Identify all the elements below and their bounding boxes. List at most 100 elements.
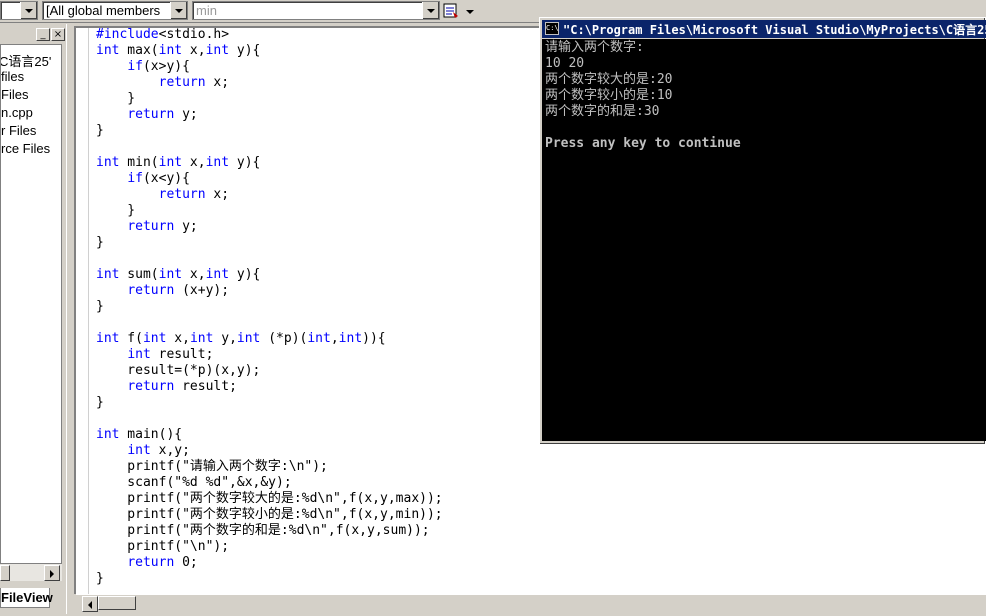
function-combo[interactable]: min [192, 1, 440, 20]
tree-item-header-files[interactable]: r Files [1, 123, 36, 138]
code-text: y, [213, 331, 237, 346]
code-text: y){ [229, 155, 261, 170]
code-line: return 0; [96, 555, 198, 571]
minimize-icon[interactable]: _ [36, 28, 50, 41]
scroll-thumb[interactable] [98, 596, 136, 610]
code-line: int main(){ [96, 427, 182, 443]
code-keyword: int [158, 155, 183, 170]
code-line: int result; [96, 347, 213, 363]
code-text: } [96, 91, 136, 106]
tree-item-main-cpp[interactable]: n.cpp [1, 105, 33, 120]
code-line: if(x<y){ [96, 171, 190, 187]
code-keyword: if [127, 59, 143, 74]
close-icon[interactable]: × [51, 28, 65, 41]
code-keyword: int [338, 331, 363, 346]
console-line: 请输入两个数字: [545, 40, 644, 55]
members-combo[interactable]: [All global members [42, 1, 188, 20]
code-text: x, [182, 43, 206, 58]
workspace-titlebar: _ × [0, 26, 66, 42]
function-combo-value: min [196, 3, 217, 18]
code-text: (*p)( [260, 331, 308, 346]
panel-splitter[interactable] [66, 24, 74, 614]
code-line: int max(int x,int y){ [96, 43, 260, 59]
code-line: int sum(int x,int y){ [96, 267, 260, 283]
code-line: } [96, 395, 104, 411]
console-output[interactable]: 请输入两个数字: 10 20 两个数字较大的是:20 两个数字较小的是:10 两个数字的… [542, 39, 986, 441]
code-keyword: return [158, 75, 206, 90]
code-text: printf("请输入两个数字:\n"); [96, 459, 328, 474]
code-text: } [96, 235, 104, 250]
code-keyword: int [205, 267, 230, 282]
console-line: 两个数字较大的是:20 [545, 72, 673, 87]
code-text: result; [150, 347, 214, 362]
tree-item-files[interactable]: Files [1, 87, 28, 102]
code-text: <stdio.h> [158, 27, 230, 42]
wizard-dropdown-arrow[interactable] [464, 2, 476, 20]
wizard-action-button[interactable] [442, 2, 460, 20]
console-line: 两个数字较小的是:10 [545, 88, 673, 103]
scroll-left-icon[interactable] [0, 565, 10, 581]
code-line: scanf("%d %d",&x,&y); [96, 475, 292, 491]
code-text: max( [119, 43, 159, 58]
code-text: y){ [229, 43, 261, 58]
console-line: 10 20 [545, 56, 585, 71]
console-line: Press any key to continue [545, 136, 741, 151]
console-titlebar[interactable]: C:\ "C:\Program Files\Microsoft Visual S… [542, 20, 986, 38]
editor-scrollbar[interactable] [76, 594, 986, 613]
code-keyword: int [96, 427, 120, 442]
scroll-right-icon[interactable] [44, 565, 60, 581]
tree-item-resource-files[interactable]: rce Files [1, 141, 50, 156]
chevron-down-icon[interactable] [170, 2, 187, 19]
code-keyword: int [127, 443, 151, 458]
code-line: printf("两个数字的和是:%d\n",f(x,y,sum)); [96, 523, 429, 539]
code-keyword: #include [96, 27, 159, 42]
code-text: x,y; [150, 443, 190, 458]
code-line: return y; [96, 219, 198, 235]
code-line: } [96, 203, 135, 219]
code-line: } [96, 123, 104, 139]
scroll-left-icon[interactable] [82, 596, 98, 612]
code-line: } [96, 299, 104, 315]
chevron-down-icon[interactable] [422, 2, 439, 19]
tab-fileview[interactable]: FileView [0, 588, 53, 608]
code-keyword: int [96, 331, 120, 346]
file-tree: C语言25' files Files n.cpp r Files rce Fil… [0, 44, 62, 564]
code-text: (x>y){ [142, 59, 190, 74]
code-keyword: return [127, 379, 175, 394]
code-keyword: int [96, 155, 120, 170]
code-line: printf("请输入两个数字:\n"); [96, 459, 328, 475]
chevron-down-icon[interactable] [20, 2, 37, 19]
code-text: x, [166, 331, 190, 346]
code-line: int min(int x,int y){ [96, 155, 260, 171]
code-keyword: int [96, 267, 120, 282]
code-keyword: int [158, 267, 183, 282]
console-line: 两个数字的和是:30 [545, 104, 660, 119]
code-line: printf("两个数字较大的是:%d\n",f(x,y,max)); [96, 491, 442, 507]
code-text: } [96, 395, 104, 410]
code-line: } [96, 91, 135, 107]
console-icon: C:\ [545, 22, 559, 35]
code-text: x; [205, 75, 230, 90]
code-text: y; [174, 219, 198, 234]
code-text: 0; [174, 555, 198, 570]
code-line: if(x>y){ [96, 59, 190, 75]
code-text: result=(*p)(x,y); [96, 363, 261, 378]
class-combo[interactable] [0, 1, 38, 20]
code-text: } [96, 299, 104, 314]
tree-item-project[interactable]: C语言25' [1, 51, 51, 70]
code-keyword: return [127, 283, 175, 298]
editor-gutter [76, 28, 89, 594]
code-text: scanf("%d %d",&x,&y); [96, 475, 292, 490]
code-keyword: int [205, 155, 230, 170]
tree-item-source-files[interactable]: files [1, 69, 24, 84]
code-text: )){ [362, 331, 386, 346]
workspace-scrollbar[interactable] [0, 564, 62, 581]
code-keyword: int [205, 43, 230, 58]
